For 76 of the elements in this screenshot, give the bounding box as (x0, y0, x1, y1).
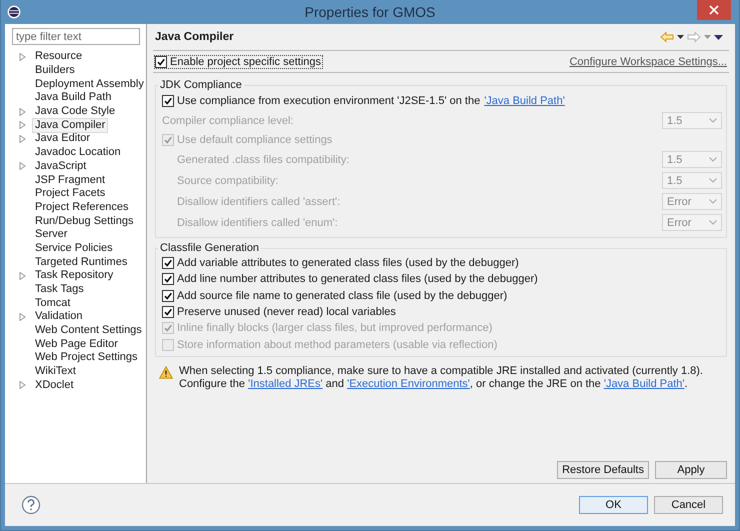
close-button[interactable] (697, 0, 731, 20)
sidebar-item[interactable]: Tomcat (33, 296, 72, 310)
page-button[interactable]: Restore Defaults (557, 461, 649, 479)
sidebar-item[interactable]: Java Editor (33, 132, 92, 146)
sidebar-item[interactable]: Web Project Settings (33, 351, 140, 364)
chevron-icon (709, 157, 717, 162)
sidebar-item[interactable]: JavaScript (33, 160, 88, 173)
checkmark-icon (163, 307, 173, 318)
sidebar-item[interactable]: Task Repository (33, 269, 116, 282)
dialog-button[interactable]: OK (579, 496, 648, 514)
chevron-icon (709, 199, 717, 204)
chevron-icon (709, 178, 717, 183)
field-label: Disallow identifiers called 'enum': (177, 216, 338, 228)
sidebar-item[interactable]: JSP Fragment (33, 174, 108, 187)
sidebar-item[interactable]: Web Content Settings (33, 324, 144, 338)
field-label: Disallow identifiers called 'assert': (177, 196, 340, 208)
enable-checkbox[interactable]: Enable project specific settings (155, 56, 322, 68)
window-title: Properties for GMOS (304, 4, 436, 20)
checkmark-icon (163, 135, 173, 145)
checkmark-icon (156, 56, 166, 66)
sidebar-item[interactable]: Resource (33, 50, 84, 64)
chevron-icon (709, 220, 717, 225)
filter-field[interactable]: type filter text (12, 28, 140, 45)
checkmark-icon (163, 323, 173, 334)
help-icon[interactable] (21, 495, 41, 515)
option-checkbox[interactable]: Add line number attributes to generated class files (used by the debugger) (162, 273, 538, 286)
chevron-icon (709, 118, 717, 123)
field-label: Compiler compliance level: (162, 114, 294, 126)
sidebar-item[interactable]: Deployment Assembly (33, 78, 146, 91)
field-label: Generated .class files compatibility: (177, 154, 350, 166)
sidebar-item[interactable]: Project Facets (33, 187, 108, 200)
sidebar-item[interactable]: Project References (33, 200, 131, 214)
sidebar-item[interactable]: Run/Debug Settings (33, 214, 136, 228)
sidebar-item[interactable]: Validation (33, 310, 84, 324)
group-title: Classfile Generation (159, 242, 260, 254)
sidebar-item[interactable]: Builders (33, 64, 77, 78)
sidebar-item[interactable]: Web Page Editor (33, 338, 120, 351)
expand-icon[interactable] (19, 312, 26, 321)
option-checkbox[interactable]: Preserve unused (never read) local variables (162, 306, 396, 318)
sidebar-item[interactable]: Java Compiler (33, 118, 108, 132)
page-title: Java Compiler (155, 31, 234, 43)
warning-icon (159, 366, 173, 379)
menu-caret-icon[interactable] (714, 34, 723, 40)
page-button[interactable]: Apply (655, 461, 727, 479)
app-icon (7, 5, 21, 19)
option-checkbox[interactable]: Add source file name to generated class file (used by the debugger) (162, 290, 508, 302)
checkmark-icon (163, 274, 173, 284)
group-title: JDK Compliance (159, 79, 243, 91)
warning-message: When selecting 1.5 compliance, make sure to have a compatible JRE installed and activated (currently 1.8). Configure the 'Installed JREs' and 'Execution Environments', or change the JRE on the 'Java Build Path'. (179, 364, 704, 391)
sidebar-item[interactable]: XDoclet (33, 378, 76, 392)
field-label: Source compatibility: (177, 174, 278, 186)
checkmark-icon (163, 258, 173, 268)
compliance-checkbox[interactable]: Use compliance from execution environment 'J2SE-1.5' on the (162, 95, 480, 107)
expand-icon[interactable] (19, 52, 26, 61)
sidebar-item[interactable]: Task Tags (33, 283, 86, 296)
sidebar-item[interactable]: Javadoc Location (33, 146, 123, 160)
warning-link[interactable]: 'Execution Environments' (347, 378, 470, 390)
checkmark-icon (163, 290, 173, 301)
caret-icon[interactable] (677, 35, 684, 39)
expand-icon[interactable] (19, 272, 26, 280)
sidebar-item[interactable]: Server (33, 228, 70, 242)
checkmark-icon (163, 96, 173, 106)
sidebar-item[interactable]: Service Policies (33, 242, 115, 255)
dialog-button[interactable]: Cancel (654, 496, 723, 514)
close-icon (709, 5, 719, 15)
configure-workspace-link[interactable]: Configure Workspace Settings... (569, 56, 727, 68)
expand-icon[interactable] (19, 381, 26, 390)
sidebar-item[interactable]: WikiText (33, 365, 78, 378)
warning-link[interactable]: 'Java Build Path' (604, 378, 684, 390)
expand-icon[interactable] (19, 162, 26, 170)
java-build-path-link[interactable]: 'Java Build Path' (484, 95, 565, 107)
sidebar-item[interactable]: Java Code Style (33, 105, 118, 118)
sidebar-item[interactable]: Targeted Runtimes (33, 256, 130, 269)
sidebar-item[interactable]: Java Build Path (33, 91, 114, 104)
warning-link[interactable]: 'Installed JREs' (248, 378, 323, 390)
option-checkbox[interactable]: Add variable attributes to generated class files (used by the debugger) (162, 257, 519, 270)
